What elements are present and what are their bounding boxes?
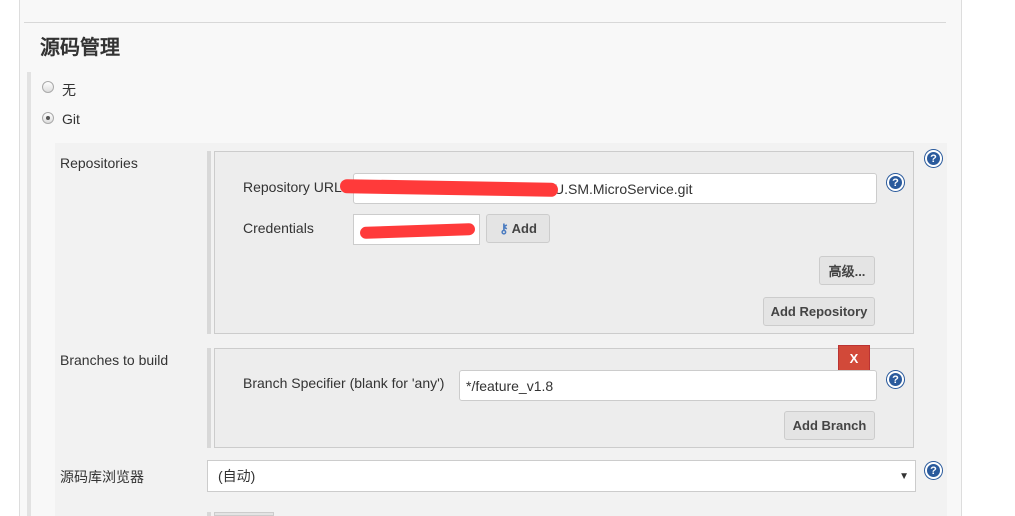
credentials-label: Credentials [243,220,314,236]
partial-button[interactable] [214,512,274,516]
help-icon[interactable]: ? [887,174,904,191]
add-repository-button[interactable]: Add Repository [763,297,875,326]
radio-none[interactable] [42,81,54,93]
repo-browser-label: 源码库浏览器 [60,469,144,485]
help-icon[interactable]: ? [925,462,942,479]
branches-label: Branches to build [60,352,169,368]
repositories-label: Repositories [60,155,138,171]
divider [24,22,946,23]
branch-specifier-input[interactable] [459,370,877,401]
branches-bar [207,348,211,448]
repositories-bar [207,151,211,334]
repo-browser-select[interactable]: (自动) ▼ [207,460,916,492]
advanced-button[interactable]: 高级... [819,256,875,285]
radio-git-label: Git [62,111,80,127]
radio-git[interactable] [42,112,54,124]
add-credentials-button[interactable]: ⚷ Add [486,214,550,243]
section-title: 源码管理 [40,35,120,59]
add-branch-button[interactable]: Add Branch [784,411,875,440]
radio-none-label: 无 [62,82,76,98]
repository-url-label: Repository URL [243,179,342,195]
key-icon: ⚷ [499,220,509,236]
branch-specifier-label: Branch Specifier (blank for 'any') [243,375,445,391]
next-bar [207,512,211,516]
help-icon[interactable]: ? [925,150,942,167]
help-icon[interactable]: ? [887,371,904,388]
delete-branch-button[interactable]: X [838,345,870,371]
dropdown-arrow-icon: ▼ [899,470,909,482]
